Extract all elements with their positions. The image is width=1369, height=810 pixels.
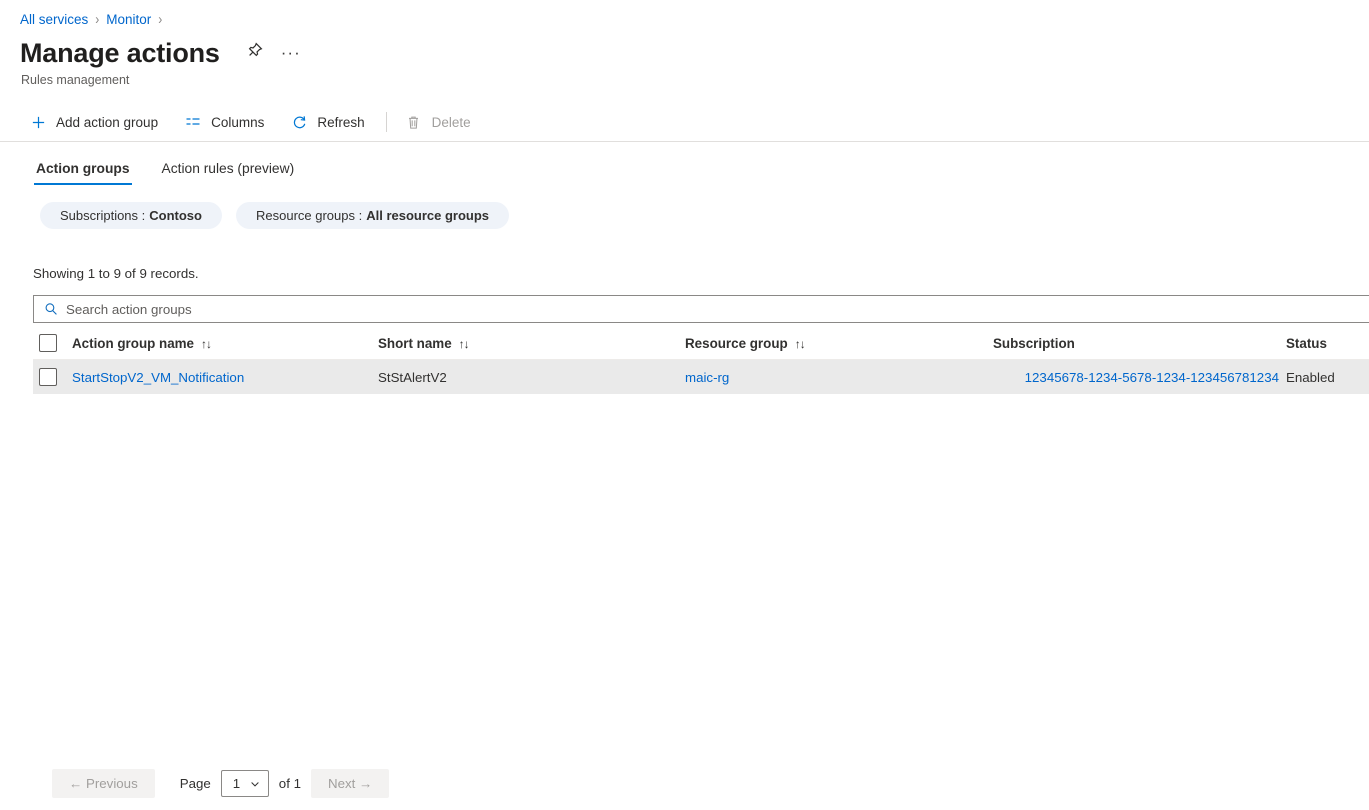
filter-pill-subscriptions-value: Contoso [149,208,202,223]
column-header-subscription[interactable]: Subscription [991,336,1281,351]
page-number-select[interactable]: 1 [221,770,269,797]
page-title-row: Manage actions ··· [20,36,304,70]
breadcrumb-item-monitor[interactable]: Monitor [106,12,151,27]
column-header-resource-group[interactable]: Resource group ↑↓ [685,336,991,351]
chevron-right-icon: › [158,10,162,28]
tab-action-rules-label: Action rules (preview) [162,161,295,176]
page-subtitle: Rules management [21,73,129,87]
resource-group-link[interactable]: maic-rg [685,370,729,385]
tab-action-groups[interactable]: Action groups [20,161,146,185]
action-groups-table: Action group name ↑↓ Short name ↑↓ Resourc… [33,327,1369,395]
filter-pill-resource-groups[interactable]: Resource groups : All resource groups [236,202,509,229]
columns-button[interactable]: Columns [175,106,273,138]
cell-subscription: 12345678-1234-5678-1234-123456781234 [991,370,1281,385]
column-header-status-label: Status [1286,336,1327,351]
column-header-resource-group-label: Resource group [685,336,788,351]
search-input[interactable] [66,298,1369,320]
pin-icon [246,42,263,64]
delete-button[interactable]: Delete [396,106,480,138]
sort-icon[interactable]: ↑↓ [795,337,805,351]
select-all-cell [33,334,72,352]
plus-icon [29,113,47,131]
toolbar-divider [386,112,387,132]
toolbar-bottom-divider [0,141,1369,142]
columns-icon [184,113,202,131]
refresh-label: Refresh [317,115,364,130]
subscription-link[interactable]: 12345678-1234-5678-1234-123456781234 [1025,370,1279,385]
more-options-button[interactable]: ··· [278,40,304,66]
sort-icon[interactable]: ↑↓ [201,337,211,351]
command-bar: Add action group Columns Refresh [20,105,488,139]
tab-action-groups-label: Action groups [36,161,130,176]
previous-page-button[interactable]: ← Previous [52,769,155,798]
records-caption: Showing 1 to 9 of 9 records. [33,266,199,281]
column-header-short-name-label: Short name [378,336,452,351]
refresh-icon [290,113,308,131]
page-label: Page [180,776,211,791]
columns-label: Columns [211,115,264,130]
sort-icon[interactable]: ↑↓ [459,337,469,351]
refresh-button[interactable]: Refresh [281,106,373,138]
breadcrumb-item-all-services[interactable]: All services [20,12,88,27]
cell-resource-group: maic-rg [685,370,991,385]
table-row[interactable]: StartStopV2_VM_Notification StStAlertV2 … [33,360,1369,395]
search-icon [43,301,59,317]
chevron-down-icon [249,778,261,790]
filter-pill-resource-groups-label: Resource groups : [256,208,362,223]
filter-pill-resource-groups-value: All resource groups [366,208,489,223]
next-page-label: Next → [328,776,372,791]
cell-short-name: StStAlertV2 [378,370,685,385]
tab-list: Action groups Action rules (preview) [20,151,310,185]
row-select-cell [33,368,72,386]
filter-pill-subscriptions-label: Subscriptions : [60,208,145,223]
chevron-right-icon: › [95,10,99,28]
pagination-bar: ← Previous Page 1 of 1 Next → [52,769,389,798]
action-group-link[interactable]: StartStopV2_VM_Notification [72,370,244,385]
page-title: Manage actions [20,36,220,70]
page-number-value: 1 [233,776,240,791]
trash-icon [405,113,423,131]
column-header-action-group-name-label: Action group name [72,336,194,351]
next-page-button[interactable]: Next → [311,769,389,798]
previous-page-label: ← Previous [69,776,138,791]
cell-action-group-name: StartStopV2_VM_Notification [72,370,378,385]
filter-pill-subscriptions[interactable]: Subscriptions : Contoso [40,202,222,229]
breadcrumb: All services › Monitor › [20,8,169,30]
column-header-status[interactable]: Status [1281,336,1369,351]
add-action-group-button[interactable]: Add action group [20,106,167,138]
column-header-short-name[interactable]: Short name ↑↓ [378,336,685,351]
delete-label: Delete [432,115,471,130]
filter-pill-bar: Subscriptions : Contoso Resource groups … [40,202,523,229]
search-box[interactable] [33,295,1369,323]
cell-status: Enabled [1281,370,1369,385]
pin-button[interactable] [242,40,268,66]
page-total-label: of 1 [279,776,301,791]
tab-action-rules-preview[interactable]: Action rules (preview) [146,161,311,185]
add-action-group-label: Add action group [56,115,158,130]
select-all-checkbox[interactable] [39,334,57,352]
table-header-row: Action group name ↑↓ Short name ↑↓ Resourc… [33,327,1369,360]
column-header-action-group-name[interactable]: Action group name ↑↓ [72,336,378,351]
column-header-subscription-label: Subscription [993,336,1075,351]
row-checkbox[interactable] [39,368,57,386]
